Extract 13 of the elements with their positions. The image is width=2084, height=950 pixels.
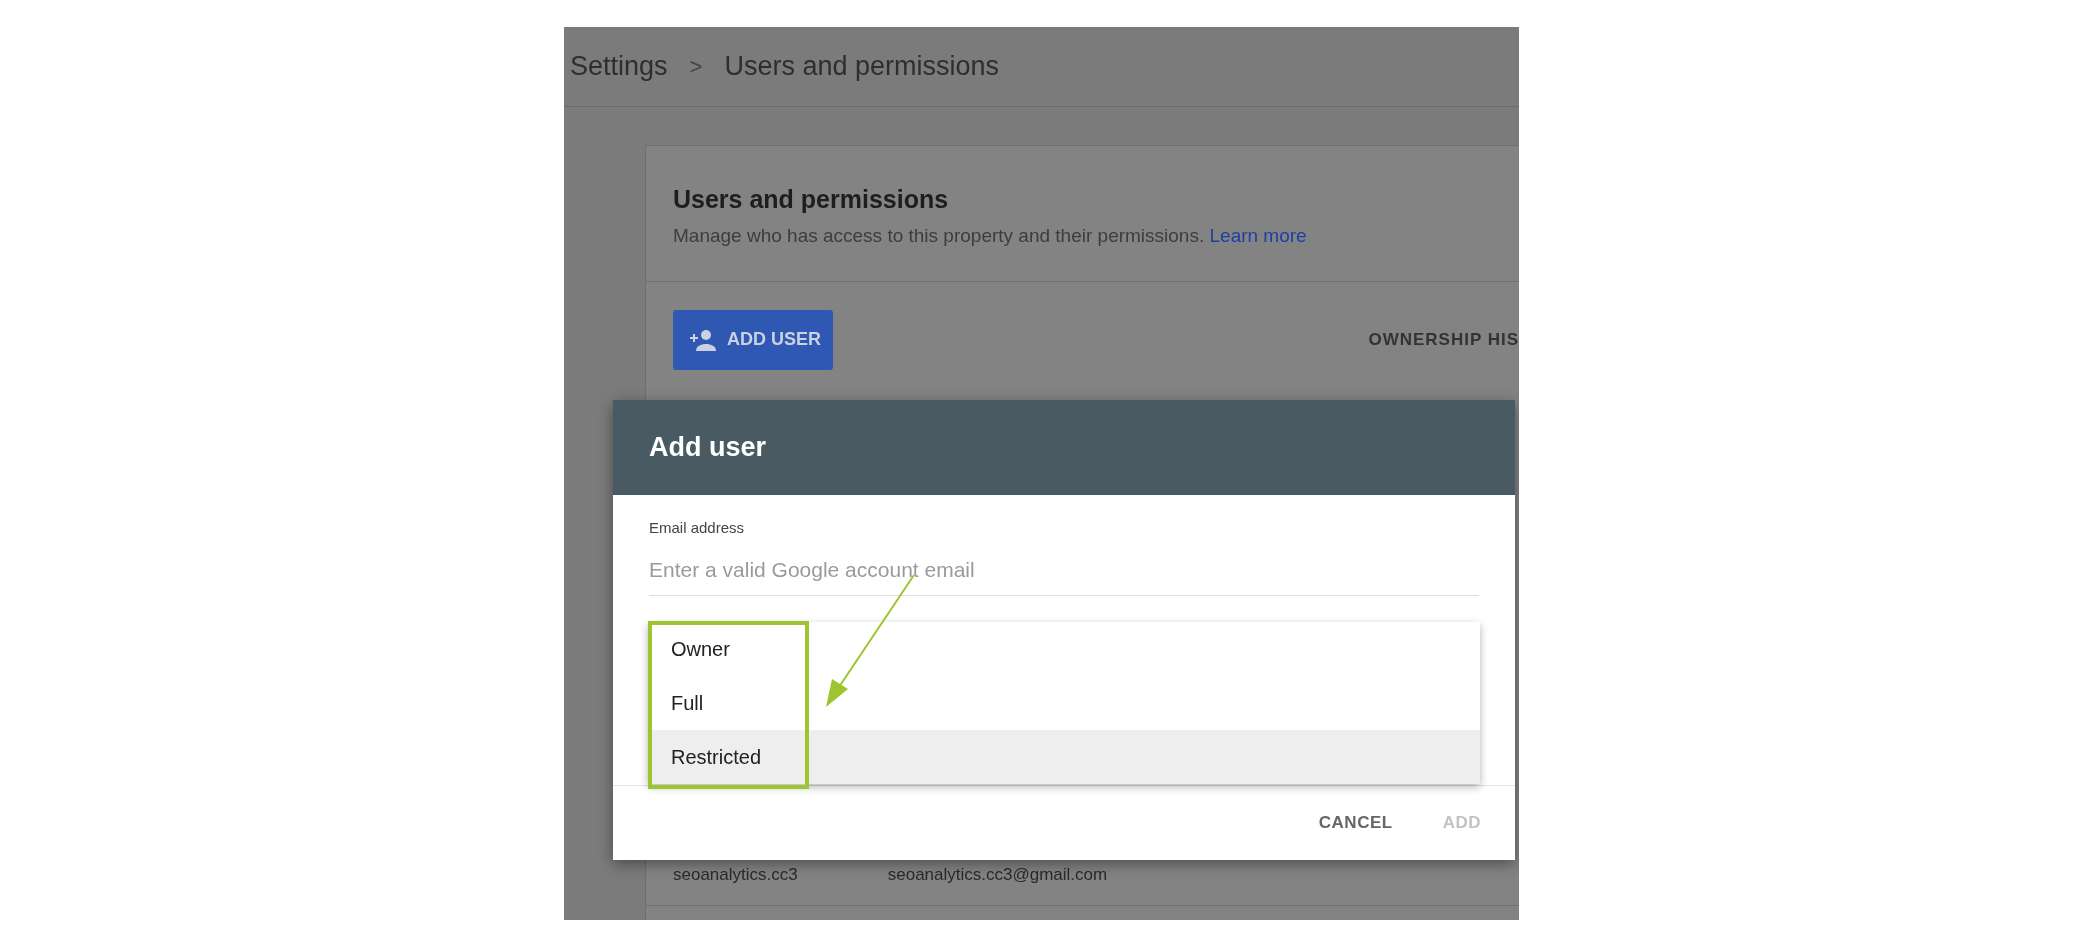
dialog-title: Add user [649,431,767,464]
page-title: Users and permissions [724,50,1000,84]
card-description: Manage who has access to this property and their permissions. Learn more [673,224,1308,248]
learn-more-link[interactable]: Learn more [1209,225,1307,246]
card-title: Users and permissions [673,184,950,214]
add-user-button[interactable]: ADD USER [673,309,833,370]
field-label: Email address [649,518,746,538]
breadcrumb-link[interactable]: Settings [570,46,668,87]
cancel-button[interactable]: CANCEL [1312,806,1399,840]
user-email: seoanalytics.cc3@gmail.com [887,863,1108,886]
breadcrumb-separator: > [689,53,703,81]
ownership-history-button[interactable]: OWNERSHIP HIS [1368,326,1519,353]
user-name: seoanalytics.cc3 [673,863,798,886]
